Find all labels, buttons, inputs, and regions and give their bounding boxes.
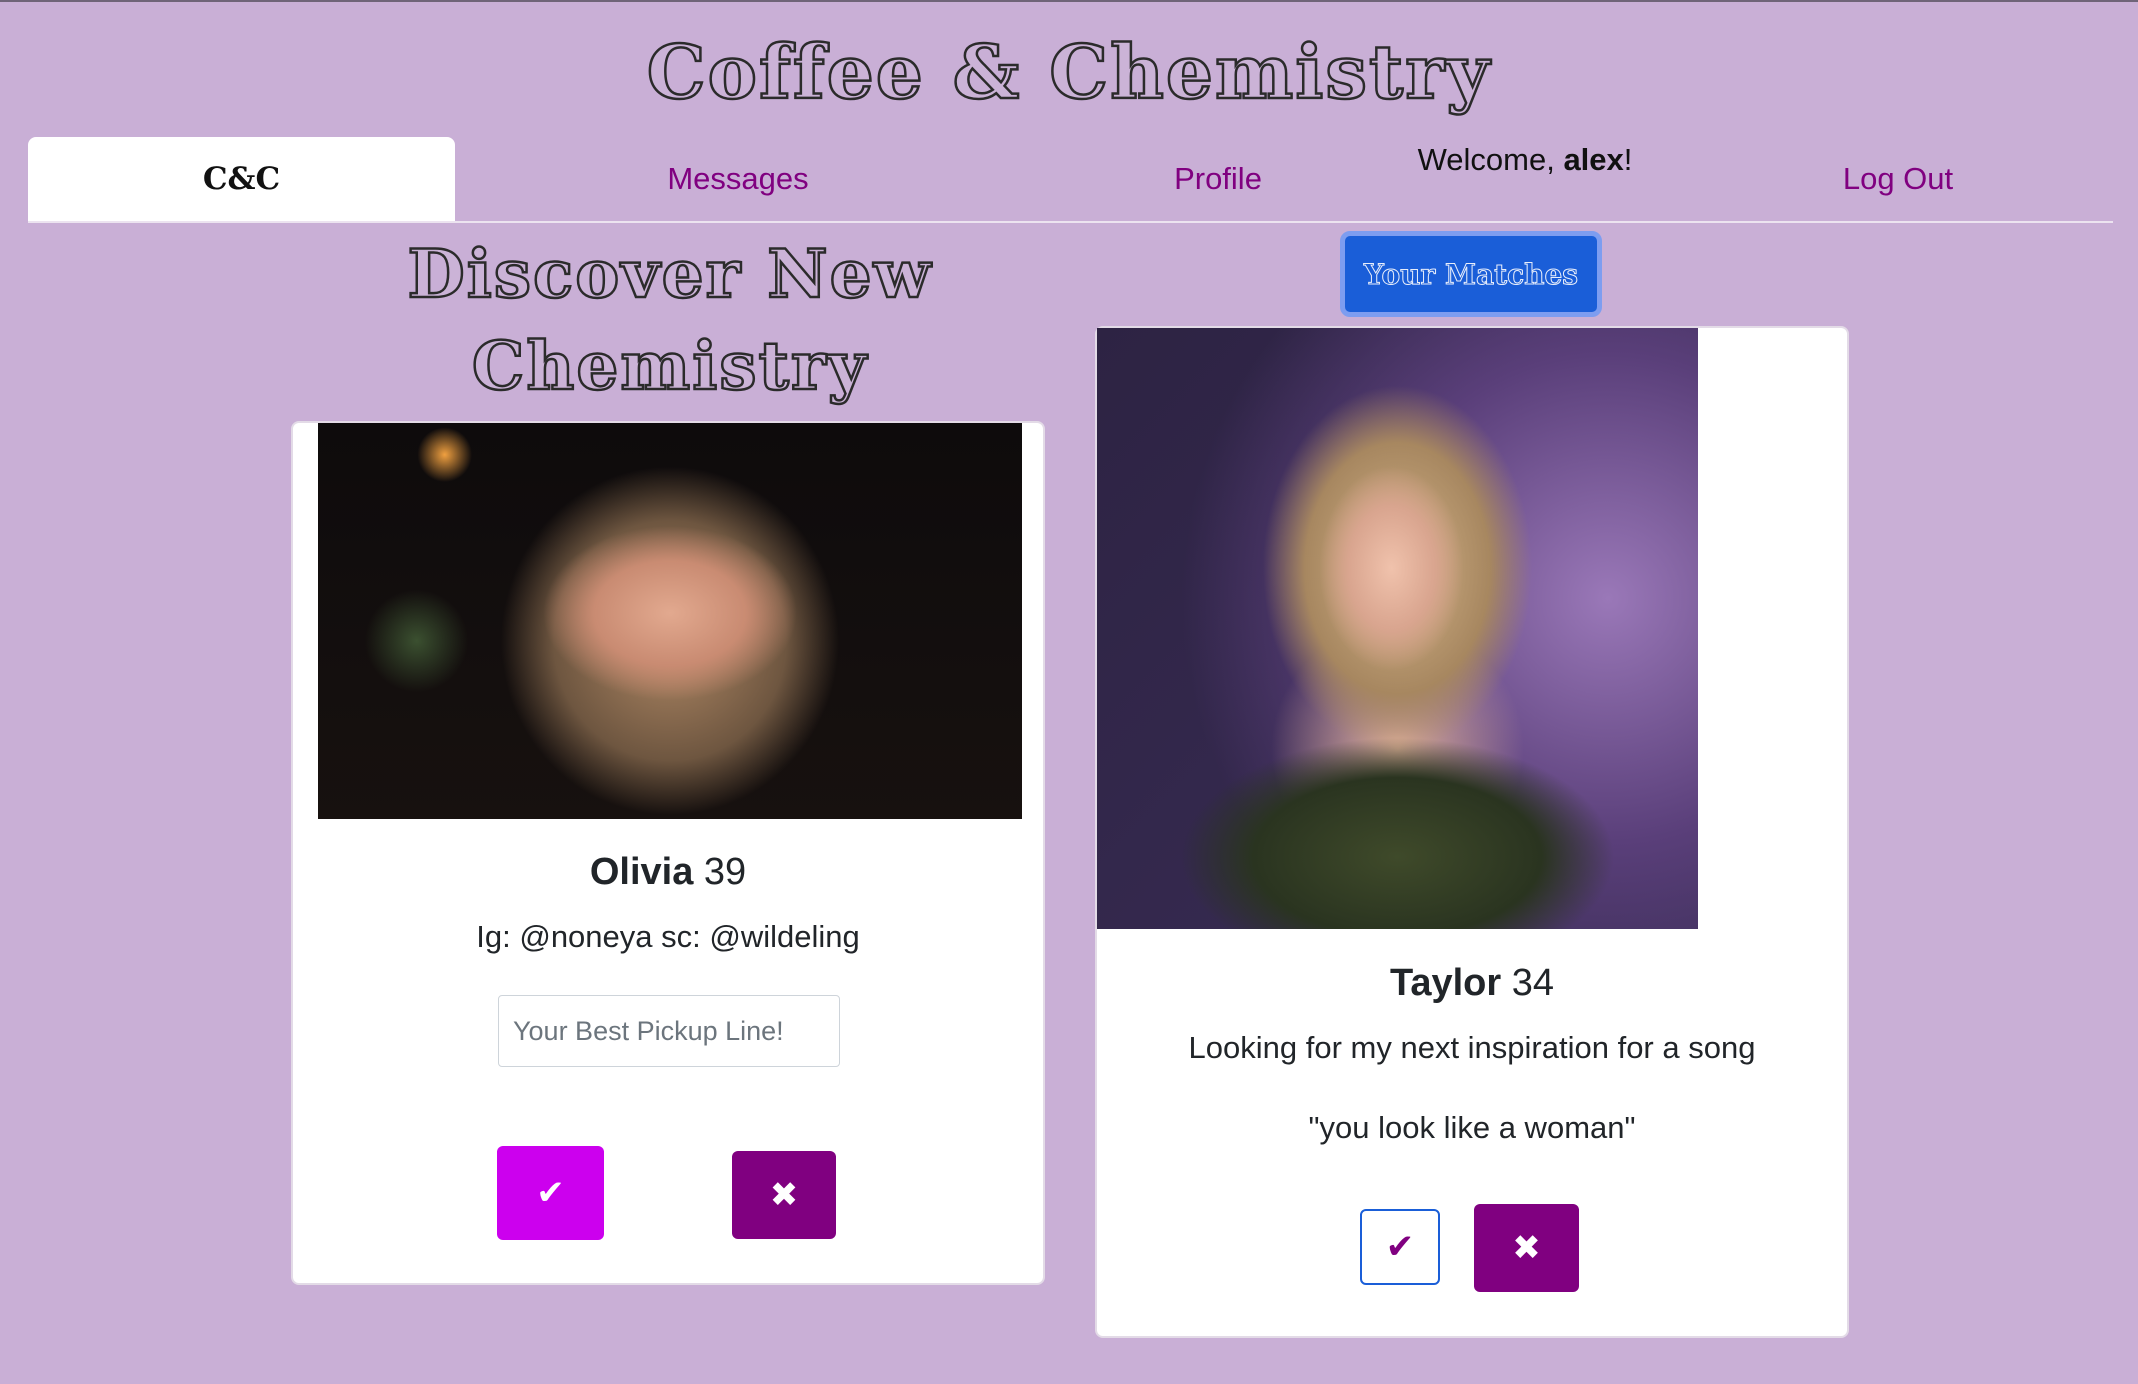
candidate-card: Olivia 39 Ig: @noneya sc: @wildeling ✔ ✖ (291, 421, 1045, 1285)
check-icon: ✔ (536, 1174, 565, 1212)
discover-title: Discover New Chemistry (406, 234, 933, 407)
top-border (0, 0, 2138, 2)
tab-messages[interactable]: Messages (508, 137, 968, 221)
match-age: 34 (1511, 962, 1555, 1004)
match-photo (1097, 328, 1698, 929)
username: alex (1563, 142, 1624, 177)
candidate-bio: Ig: @noneya sc: @wildeling (476, 919, 860, 954)
pickup-line-input[interactable] (498, 995, 840, 1067)
candidate-age: 39 (703, 851, 747, 893)
match-pickup-line: "you look like a woman" (1308, 1110, 1636, 1145)
your-matches-button[interactable]: Your Matches (1340, 231, 1602, 317)
welcome-suffix: ! (1623, 142, 1633, 177)
candidate-name-age: Olivia 39 (293, 851, 1043, 894)
match-card: Taylor 34 Looking for my next inspiratio… (1095, 326, 1849, 1338)
check-icon: ✔ (1385, 1228, 1415, 1266)
match-name-age: Taylor 34 (1097, 962, 1847, 1005)
match-name: Taylor (1389, 962, 1502, 1004)
welcome-message: Welcome, alex! (1380, 142, 1670, 178)
app-title: Coffee & Chemistry (646, 29, 1492, 118)
welcome-prefix: Welcome, (1417, 142, 1564, 177)
tab-logout[interactable]: Log Out (1688, 137, 2108, 221)
like-button[interactable]: ✔ (497, 1146, 604, 1240)
match-dislike-button[interactable]: ✖ (1474, 1204, 1579, 1292)
match-like-button[interactable]: ✔ (1360, 1209, 1440, 1285)
candidate-photo (318, 423, 1022, 819)
close-icon: ✖ (769, 1176, 799, 1214)
tab-home[interactable]: C&C (28, 137, 455, 221)
candidate-name: Olivia (589, 851, 694, 893)
close-icon: ✖ (1512, 1229, 1541, 1267)
dislike-button[interactable]: ✖ (732, 1151, 836, 1239)
match-bio: Looking for my next inspiration for a so… (1188, 1030, 1756, 1065)
tab-profile[interactable]: Profile (988, 137, 1448, 221)
nav-tabs: C&C Messages Profile Log Out (28, 137, 2113, 223)
